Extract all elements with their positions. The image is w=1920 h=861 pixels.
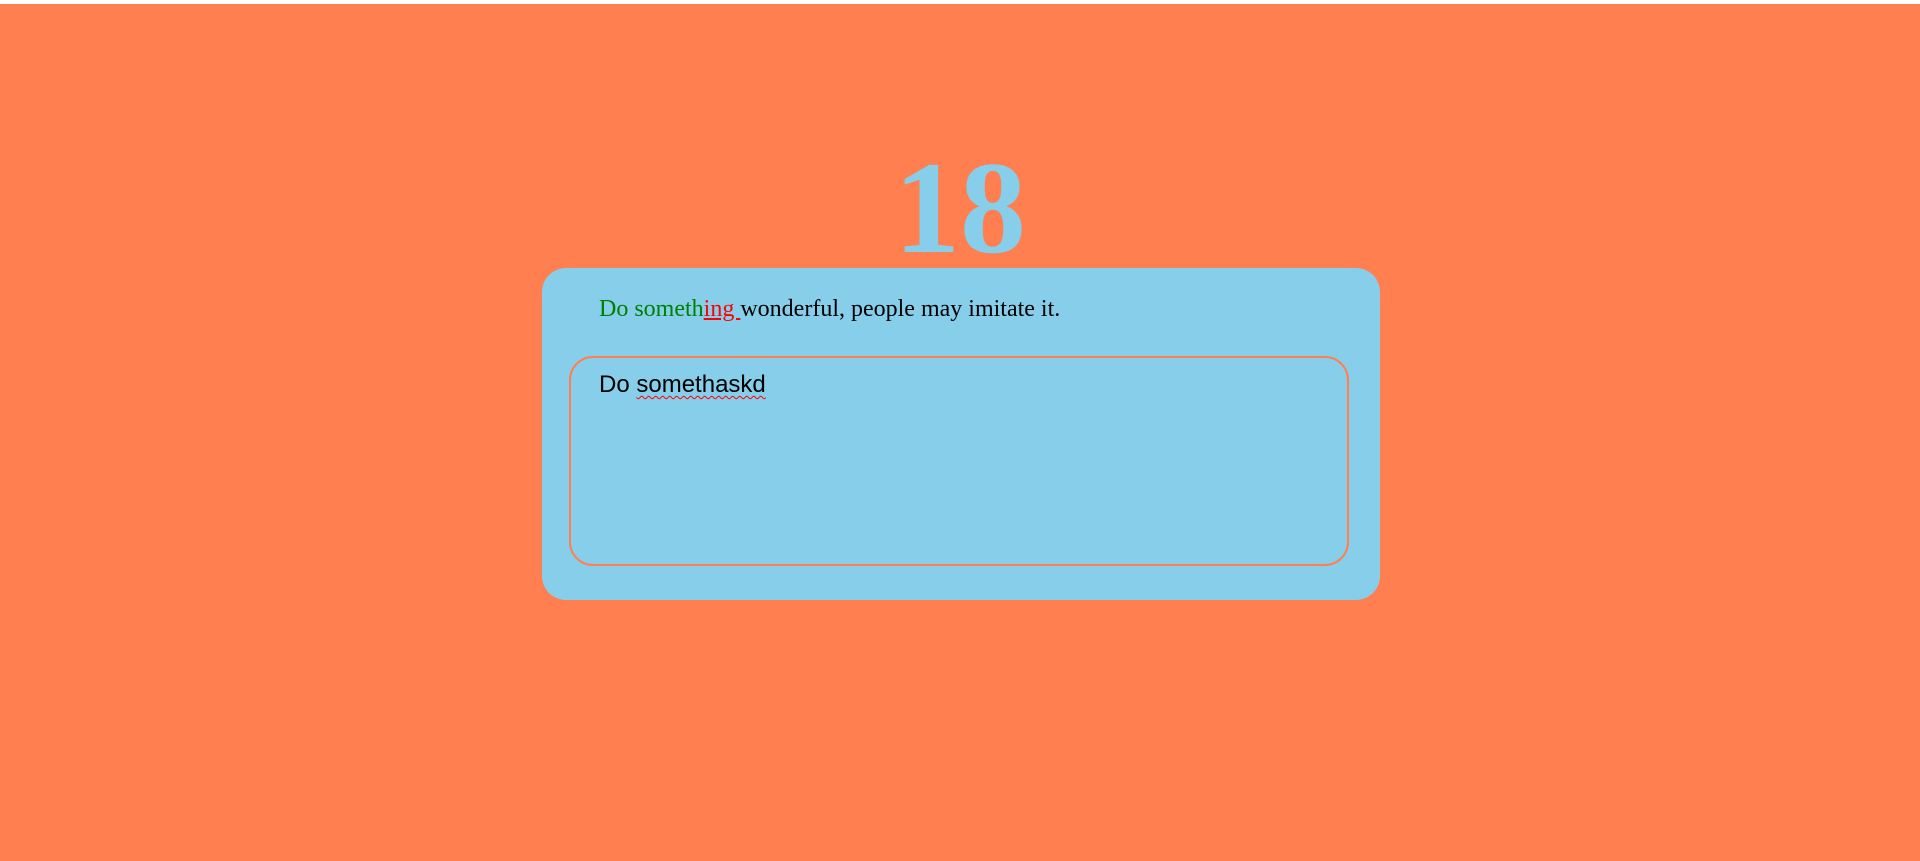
input-misspelled-word: somethaskd [636,371,766,398]
quote-remaining-chars: wonderful, people may imitate it. [740,296,1061,322]
quote-incorrect-chars: ing [703,296,741,322]
input-word: Do [599,371,637,398]
countdown-timer: 18 [894,134,1026,281]
quote-display: Do something wonderful, people may imita… [599,294,1060,324]
typing-card: Do something wonderful, people may imita… [542,268,1380,600]
typing-input[interactable]: Do somethaskd [569,356,1349,566]
quote-correct-chars: Do someth [599,296,704,322]
page-background: 18 Do something wonderful, people may im… [0,4,1920,861]
typing-input-text[interactable]: Do somethaskd [599,370,766,400]
